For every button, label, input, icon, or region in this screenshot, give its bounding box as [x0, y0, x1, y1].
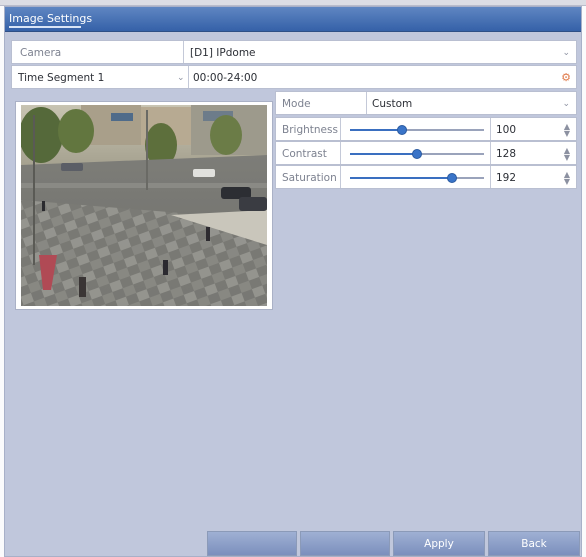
disabled-button-2[interactable] [300, 531, 390, 556]
camera-live-preview [21, 105, 267, 306]
contrast-slider-handle[interactable] [412, 149, 422, 159]
chevron-down-icon[interactable]: ⌄ [562, 99, 570, 109]
tab-image-settings[interactable]: Image Settings [9, 12, 92, 25]
saturation-label: Saturation [282, 172, 337, 184]
contrast-value[interactable]: 128 [496, 148, 516, 160]
apply-button[interactable]: Apply [393, 531, 485, 556]
image-settings-window: Image Settings Camera [D1] IPdome ⌄ Time… [4, 6, 582, 557]
camera-select[interactable]: [D1] IPdome [190, 47, 256, 59]
saturation-slider-handle[interactable] [446, 173, 457, 183]
back-button[interactable]: Back [488, 531, 580, 556]
mode-select[interactable]: Custom [372, 98, 412, 110]
brightness-label: Brightness [282, 124, 338, 136]
brightness-value[interactable]: 100 [496, 124, 516, 136]
brightness-slider-handle[interactable] [397, 125, 408, 135]
street-scene-image [21, 105, 267, 306]
camera-label: Camera [20, 47, 62, 59]
brightness-slider[interactable] [350, 125, 484, 135]
time-segment-row: Time Segment 1 ⌄ 00:00-24:00 ⚙ [11, 65, 577, 89]
contrast-label: Contrast [282, 148, 327, 160]
spinner-arrows-icon[interactable]: ▲ ▼ [564, 171, 570, 186]
time-segment-select[interactable]: Time Segment 1 [18, 72, 104, 84]
mode-row: Mode Custom ⌄ [275, 91, 577, 115]
chevron-down-icon[interactable]: ⌄ [562, 48, 570, 58]
disabled-button-1[interactable] [207, 531, 297, 556]
saturation-slider[interactable] [350, 173, 484, 183]
contrast-row: Contrast 128 ▲ ▼ [275, 141, 577, 165]
chevron-down-icon[interactable]: ⌄ [177, 73, 185, 83]
schedule-edit-icon[interactable]: ⚙ [561, 71, 571, 84]
time-segment-value: 00:00-24:00 [193, 72, 258, 84]
contrast-slider[interactable] [350, 149, 484, 159]
saturation-value[interactable]: 192 [496, 172, 516, 184]
camera-row: Camera [D1] IPdome ⌄ [11, 40, 577, 64]
saturation-row: Saturation 192 ▲ ▼ [275, 165, 577, 189]
spinner-arrows-icon[interactable]: ▲ ▼ [564, 123, 570, 138]
title-bar: Image Settings [5, 7, 581, 32]
live-preview-frame [15, 101, 273, 310]
mode-label: Mode [282, 98, 311, 110]
spinner-arrows-icon[interactable]: ▲ ▼ [564, 147, 570, 162]
tab-underline [9, 26, 81, 28]
brightness-row: Brightness 100 ▲ ▼ [275, 117, 577, 141]
